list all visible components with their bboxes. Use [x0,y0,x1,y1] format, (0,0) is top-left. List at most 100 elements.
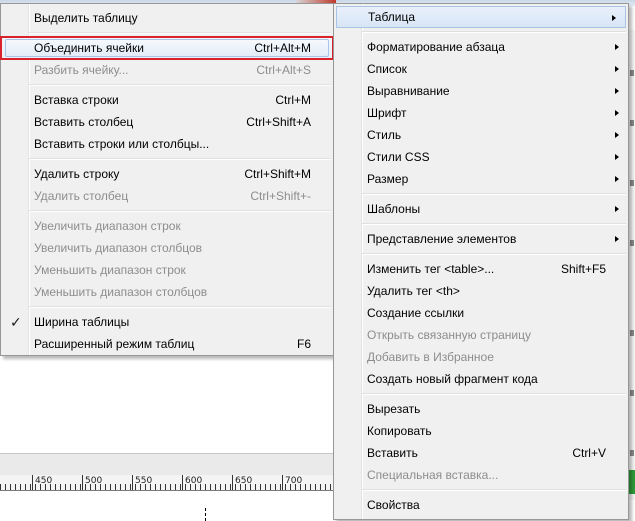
menu-item-label: Вставить [367,446,418,460]
menu-separator [1,81,333,89]
menu-item-shortcut: Ctrl+Shift+- [250,189,311,203]
menu-item-label: Вставить столбец [34,115,134,129]
menu-item-label: Увеличить диапазон столбцов [34,241,203,255]
menu-item-shortcut: Shift+F5 [560,262,606,276]
submenu-arrow-icon [615,66,619,72]
menu-item-copy[interactable]: Копировать [334,420,628,442]
app-document-bottom-bar [0,453,340,475]
menu-item-properties[interactable]: Свойства [334,494,628,516]
menu-item-css-styles[interactable]: Стили CSS [334,146,628,168]
menu-item-label: Представление элементов [367,232,517,246]
menu-item-label: Стиль [367,128,402,142]
menu-item-shortcut: Ctrl+M [275,93,311,107]
menu-item-label: Таблица [368,10,416,24]
menu-item-element-view[interactable]: Представление элементов [334,228,628,250]
text-cursor [205,508,207,521]
menu-item-label: Вырезать [367,402,421,416]
ruler-label: 600 [185,476,203,486]
menu-item-edit-table-tag[interactable]: Изменить тег <table>... Shift+F5 [334,258,628,280]
submenu-arrow-icon [615,176,619,182]
menu-item-label: Размер [367,172,409,186]
menu-item-label: Шрифт [367,106,407,120]
menu-item-insert-column[interactable]: Вставить столбец Ctrl+Shift+A [1,111,333,133]
menu-item-insert-row[interactable]: Вставка строки Ctrl+M [1,89,333,111]
menu-item-paste[interactable]: Вставить Ctrl+V [334,442,628,464]
ruler-label: 700 [285,476,303,486]
menu-item-size[interactable]: Размер [334,168,628,190]
menu-item-cut[interactable]: Вырезать [334,398,628,420]
submenu-arrow-icon [615,110,619,116]
menu-item-label: Выделить таблицу [34,11,138,25]
menu-item-remove-th-tag[interactable]: Удалить тег <th> [334,280,628,302]
menu-item-label: Специальная вставка... [367,468,499,482]
menu-item-templates[interactable]: Шаблоны [334,198,628,220]
ruler-label: 500 [85,476,103,486]
menu-item-label: Копировать [367,424,432,438]
submenu-arrow-icon [615,44,619,50]
menu-item-delete-row[interactable]: Удалить строку Ctrl+Shift+M [1,163,333,185]
menu-item-open-linked-page[interactable]: Открыть связанную страницу [334,324,628,346]
menu-item-add-to-favorites[interactable]: Добавить в Избранное [334,346,628,368]
menu-item-increase-row-span[interactable]: Увеличить диапазон строк [1,215,333,237]
menu-item-label: Создание ссылки [367,306,465,320]
menu-item-decrease-column-span[interactable]: Уменьшить диапазон столбцов [1,281,333,303]
menu-item-label: Расширенный режим таблиц [34,337,195,351]
check-icon: ✓ [10,314,22,330]
ruler-label: 650 [235,476,253,486]
menu-item-label: Удалить тег <th> [367,284,460,298]
menu-separator [334,250,628,258]
menu-item-increase-column-span[interactable]: Увеличить диапазон столбцов [1,237,333,259]
menu-separator [334,190,628,198]
menu-separator [334,220,628,228]
menu-item-label: Форматирование абзаца [367,40,505,54]
menu-item-label: Свойства [367,498,420,512]
menu-item-split-cell[interactable]: Разбить ячейку... Ctrl+Alt+S [1,59,333,81]
submenu-arrow-icon [615,206,619,212]
menu-item-new-snippet[interactable]: Создать новый фрагмент кода [334,368,628,390]
menu-item-table-width[interactable]: ✓ Ширина таблицы [1,311,333,333]
menu-item-delete-column[interactable]: Удалить столбец Ctrl+Shift+- [1,185,333,207]
menu-item-table[interactable]: Таблица [336,6,626,28]
menu-separator [1,207,333,215]
menu-item-merge-cells[interactable]: Объединить ячейки Ctrl+Alt+M [0,36,334,60]
menu-item-label: Стили CSS [367,150,430,164]
menu-item-font[interactable]: Шрифт [334,102,628,124]
submenu-arrow-icon [615,132,619,138]
horizontal-ruler[interactable]: 450 500 550 600 650 700 [0,475,340,491]
ruler-label: 550 [135,476,153,486]
menu-separator [334,390,628,398]
menu-separator [334,486,628,494]
menu-item-paragraph-format[interactable]: Форматирование абзаца [334,36,628,58]
menu-item-list[interactable]: Список [334,58,628,80]
menu-item-label: Выравнивание [367,84,450,98]
menu-item-shortcut: F6 [296,337,311,351]
menu-item-label: Уменьшить диапазон столбцов [34,285,208,299]
menu-item-label: Уменьшить диапазон строк [34,263,186,277]
menu-item-paste-special[interactable]: Специальная вставка... [334,464,628,486]
menu-item-insert-rows-or-columns[interactable]: Вставить строки или столбцы... [1,133,333,155]
menu-item-label: Изменить тег <table>... [367,262,495,276]
ruler-label: 450 [35,476,53,486]
menu-item-expanded-tables-mode[interactable]: Расширенный режим таблиц F6 [1,333,333,355]
menu-item-style[interactable]: Стиль [334,124,628,146]
menu-item-align[interactable]: Выравнивание [334,80,628,102]
submenu-arrow-icon [615,236,619,242]
menu-item-label: Разбить ячейку... [34,63,129,77]
menu-item-shortcut: Ctrl+Alt+M [254,41,311,55]
menu-item-label: Удалить столбец [34,189,129,203]
menu-item-create-link[interactable]: Создание ссылки [334,302,628,324]
menu-item-shortcut: Ctrl+Shift+M [244,167,311,181]
menu-item-label: Увеличить диапазон строк [34,219,181,233]
submenu-arrow-icon [615,88,619,94]
menu-item-label: Объединить ячейки [34,41,144,55]
menu-item-select-table[interactable]: Выделить таблицу [1,7,333,29]
menu-separator [1,29,333,37]
menu-item-label: Добавить в Избранное [367,350,494,364]
menu-item-label: Создать новый фрагмент кода [367,372,538,386]
menu-item-label: Открыть связанную страницу [367,328,532,342]
menu-item-label: Вставка строки [34,93,119,107]
menu-item-shortcut: Ctrl+Shift+A [246,115,311,129]
menu-item-decrease-row-span[interactable]: Уменьшить диапазон строк [1,259,333,281]
menu-separator [1,155,333,163]
menu-item-label: Список [367,62,407,76]
